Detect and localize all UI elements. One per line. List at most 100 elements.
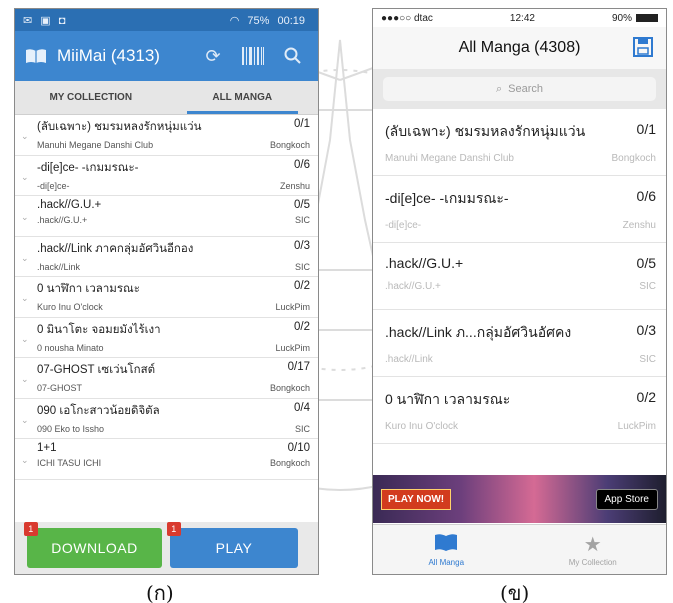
manga-subtitle: -di[e]ce- xyxy=(37,180,70,191)
list-item[interactable]: ⌄ 0 นาฬิกา เวลามรณะ 0/2 Kuro Inu O'clock L… xyxy=(15,277,318,318)
publisher: LuckPim xyxy=(275,342,310,353)
volume-count: 0/3 xyxy=(294,239,310,252)
bag-icon: ◘ xyxy=(58,14,66,27)
volume-count: 0/1 xyxy=(294,118,310,130)
manga-subtitle: ICHI TASU ICHI xyxy=(37,458,102,468)
chevron-down-icon: ⌄ xyxy=(21,252,29,263)
volume-count: 0/1 xyxy=(636,121,656,137)
chevron-down-icon: ⌄ xyxy=(21,374,29,384)
list-item[interactable]: ⌄ .hack//G.U.+ 0/5 .hack//G.U.+ SIC xyxy=(15,196,318,237)
manga-title: 0 นาฬิกา เวลามรณะ xyxy=(37,283,140,295)
volume-count: 0/2 xyxy=(636,389,656,405)
manga-subtitle: Manuhi Megane Danshi Club xyxy=(385,153,514,164)
manga-title: .hack//Link ภาคกลุ่มอัศวินอีกอง xyxy=(37,242,194,255)
volume-count: 0/5 xyxy=(636,255,656,271)
app-title: MiiMai (4313) xyxy=(57,46,160,65)
caption-b: (ข) xyxy=(500,581,530,603)
status-bar: ●●●○○ dtac 12:42 90% xyxy=(373,9,666,27)
chevron-down-icon: ⌄ xyxy=(21,212,29,222)
volume-count: 0/2 xyxy=(294,280,310,292)
app-bar: MiiMai (4313) ⟳ xyxy=(15,31,318,81)
volume-count: 0/6 xyxy=(294,158,310,171)
page-title: All Manga (4308) xyxy=(458,39,581,56)
ios-screen: ●●●○○ dtac 12:42 90% All Manga (4308) ⌕ … xyxy=(372,8,667,575)
tab-my-collection[interactable]: ★ My Collection xyxy=(520,525,667,574)
ad-banner[interactable]: PLAY NOW! App Store xyxy=(373,475,666,523)
volume-count: 0/5 xyxy=(294,199,310,211)
battery-icon xyxy=(636,13,658,22)
play-button[interactable]: 1 PLAY xyxy=(167,522,298,568)
search-input[interactable]: ⌕ Search xyxy=(383,77,656,101)
publisher: Bongkoch xyxy=(269,140,310,150)
list-item[interactable]: ⌄ 07-GHOST เซเว่นโกสต์ 0/17 07-GHOST Bongk… xyxy=(15,358,318,399)
clock: 12:42 xyxy=(509,12,535,24)
search-bar: ⌕ Search xyxy=(373,69,666,109)
list-item[interactable]: ⌄ (ลับเฉพาะ) ชมรมหลงรักหนุ่มแว่น 0/1 Manu… xyxy=(15,115,318,156)
publisher: SIC xyxy=(639,354,656,365)
chevron-down-icon: ⌄ xyxy=(21,455,29,465)
manga-title: .hack//Link ภ...กลุ่มอัศวินอัศคง xyxy=(385,324,572,340)
list-item[interactable]: -di[e]ce- -เกมมรณะ- 0/6 -di[e]ce- Zenshu xyxy=(373,176,666,243)
notification-badge: 1 xyxy=(167,522,181,536)
download-label: DOWNLOAD xyxy=(51,540,138,556)
publisher: Bongkoch xyxy=(269,383,310,393)
volume-count: 0/6 xyxy=(636,188,656,204)
image-icon: ▣ xyxy=(40,14,51,27)
publisher: Bongkoch xyxy=(269,458,310,468)
tab-bar: MY COLLECTION ALL MANGA xyxy=(15,81,318,115)
barcode-icon[interactable] xyxy=(238,41,268,71)
list-item[interactable]: ⌄ .hack//Link ภาคกลุ่มอัศวินอีกอง 0/3 .ha… xyxy=(15,237,318,277)
manga-subtitle: Manuhi Megane Danshi Club xyxy=(37,140,154,150)
bottom-action-bar: 1 DOWNLOAD 1 PLAY xyxy=(15,522,318,574)
list-item[interactable]: 0 นาฬิกา เวลามรณะ 0/2 Kuro Inu O'clock Luc… xyxy=(373,377,666,444)
play-label: PLAY xyxy=(215,540,253,556)
manga-title: -di[e]ce- -เกมมรณะ- xyxy=(37,161,139,174)
publisher: LuckPim xyxy=(617,421,656,432)
notification-badge: 1 xyxy=(24,522,38,536)
chevron-down-icon: ⌄ xyxy=(21,293,29,303)
tab-my-collection[interactable]: MY COLLECTION xyxy=(15,81,167,114)
manga-title: (ลับเฉพาะ) ชมรมหลงรักหนุ่มแว่น xyxy=(37,121,202,133)
publisher: SIC xyxy=(294,423,310,434)
list-item[interactable]: ⌄ 0 มินาโตะ จอมยมังไร้เงา 0/2 0 nousha Mi… xyxy=(15,318,318,358)
chevron-down-icon: ⌄ xyxy=(21,414,29,425)
manga-subtitle: Kuro Inu O'clock xyxy=(385,421,459,432)
search-icon: ⌕ xyxy=(495,82,503,95)
manga-title: 1+1 xyxy=(37,442,57,454)
manga-title: 0 นาฬิกา เวลามรณะ xyxy=(385,391,511,407)
chevron-down-icon: ⌄ xyxy=(21,131,29,141)
publisher: SIC xyxy=(294,261,310,272)
volume-count: 0/17 xyxy=(287,361,310,373)
list-item[interactable]: .hack//G.U.+ 0/5 .hack//G.U.+ SIC xyxy=(373,243,666,310)
star-icon: ★ xyxy=(583,534,602,556)
status-bar: ✉ ▣ ◘ ◠ 75% 00:19 xyxy=(15,9,318,31)
save-icon[interactable] xyxy=(632,36,654,58)
list-item[interactable]: ⌄ 1+1 0/10 ICHI TASU ICHI Bongkoch xyxy=(15,439,318,480)
book-icon xyxy=(26,49,46,63)
carrier: ●●●○○ dtac xyxy=(381,12,433,24)
refresh-icon[interactable]: ⟳ xyxy=(198,41,228,71)
download-button[interactable]: 1 DOWNLOAD xyxy=(24,522,162,568)
manga-subtitle: .hack//G.U.+ xyxy=(37,215,88,225)
list-item[interactable]: ⌄ -di[e]ce- -เกมมรณะ- 0/6 -di[e]ce- Zenshu xyxy=(15,156,318,196)
manga-list: ⌄ (ลับเฉพาะ) ชมรมหลงรักหนุ่มแว่น 0/1 Manu… xyxy=(15,115,318,480)
manga-subtitle: 090 Eko to Issho xyxy=(37,423,105,434)
tab-all-manga[interactable]: All Manga xyxy=(373,525,520,574)
android-screen: ✉ ▣ ◘ ◠ 75% 00:19 MiiMai (4313) ⟳ MY COL… xyxy=(14,8,319,575)
chevron-down-icon: ⌄ xyxy=(21,171,29,182)
app-store-badge[interactable]: App Store xyxy=(595,488,658,510)
manga-subtitle: -di[e]ce- xyxy=(385,220,422,231)
publisher: Bongkoch xyxy=(611,153,656,164)
caption-a: (ก) xyxy=(146,581,174,603)
manga-title: 0 มินาโตะ จอมยมังไร้เงา xyxy=(37,323,161,336)
list-item[interactable]: (ลับเฉพาะ) ชมรมหลงรักหนุ่มแว่น 0/1 Manuhi… xyxy=(373,109,666,176)
search-icon[interactable] xyxy=(278,41,308,71)
tab-all-manga[interactable]: ALL MANGA xyxy=(167,81,319,114)
list-item[interactable]: ⌄ 090 เอโกะสาวน้อยดิจิตัล 0/4 090 Eko to … xyxy=(15,399,318,439)
manga-subtitle: .hack//Link xyxy=(385,354,433,365)
list-item[interactable]: .hack//Link ภ...กลุ่มอัศวินอัศคง 0/3 .hac… xyxy=(373,310,666,377)
ad-play-button[interactable]: PLAY NOW! xyxy=(381,488,452,510)
publisher: LuckPim xyxy=(275,302,310,312)
publisher: Zenshu xyxy=(622,220,656,231)
volume-count: 0/4 xyxy=(294,401,310,414)
